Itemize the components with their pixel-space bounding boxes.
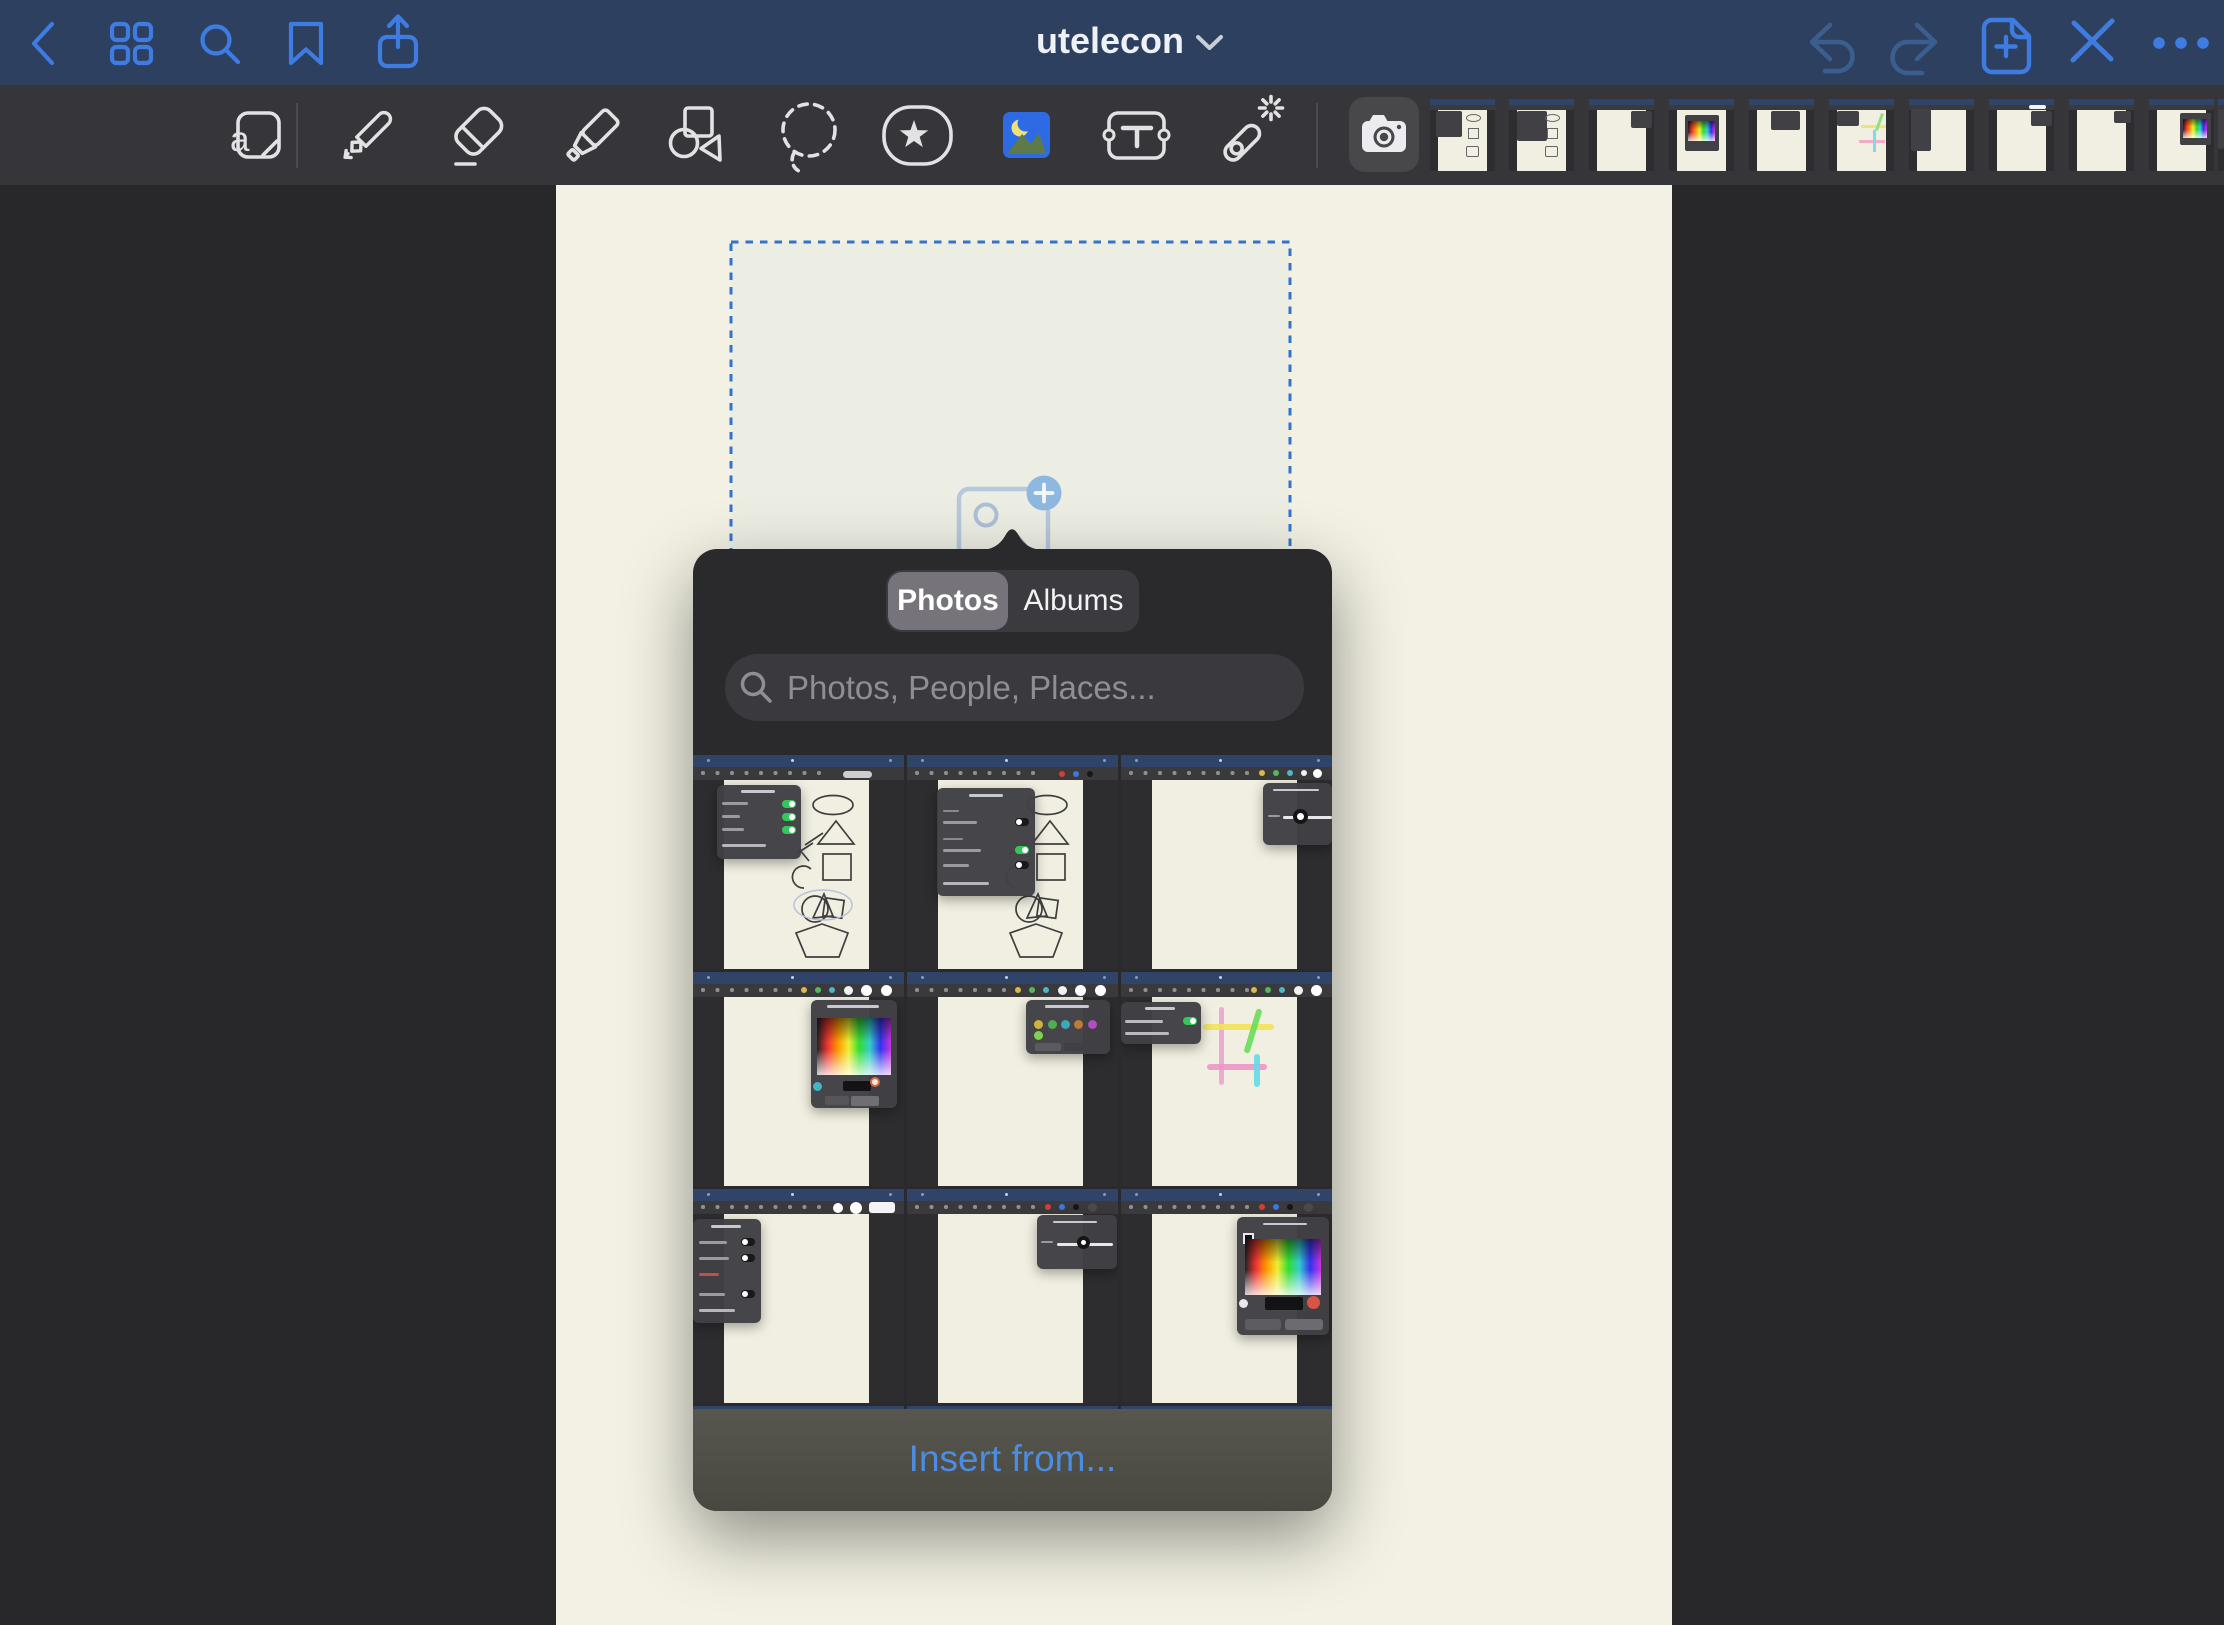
svg-text:a: a [230,120,250,159]
svg-text:utelecon: utelecon [1036,20,1184,61]
